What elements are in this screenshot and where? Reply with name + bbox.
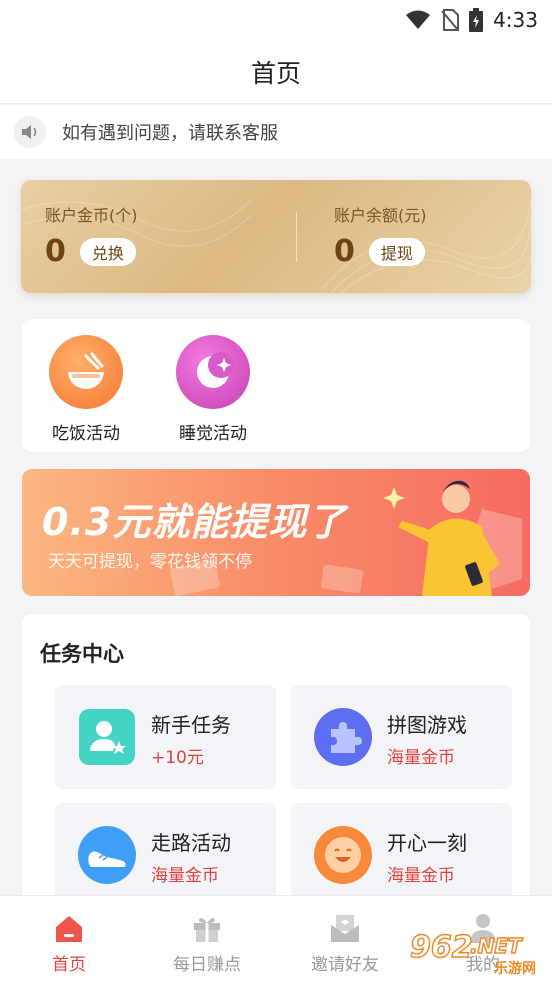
task-name: 拼图游戏 (387, 713, 467, 737)
no-sim-icon (441, 9, 460, 31)
banner-subtitle: 天天可提现，零花钱领不停 (48, 552, 252, 572)
battery-icon (469, 8, 484, 32)
status-bar: 4:33 (0, 0, 552, 40)
task-puzzle[interactable]: 拼图游戏 海量金币 (291, 685, 512, 789)
site-watermark: 962 .NET 乐游网 (408, 929, 546, 980)
page-title: 首页 (250, 58, 301, 88)
envelope-icon (285, 910, 405, 944)
task-center: 任务中心 新手任务 +10元 拼图游戏 海量金币 走路活动 海量金币 开心一刻 … (22, 614, 530, 914)
balance-label: 账户余额(元) (334, 206, 427, 225)
account-divider (296, 212, 297, 262)
tab-invite-label: 邀请好友 (311, 955, 379, 975)
activity-eat-label: 吃饭活动 (52, 424, 120, 444)
wifi-icon (405, 10, 431, 30)
task-newbie[interactable]: 新手任务 +10元 (55, 685, 276, 789)
puzzle-icon (313, 707, 373, 767)
task-name: 新手任务 (151, 713, 231, 737)
activity-eat[interactable]: 吃饭活动 (36, 335, 136, 444)
balance-section: 账户余额(元) 0 提现 (334, 202, 427, 269)
exchange-button[interactable]: 兑换 (79, 237, 136, 266)
clock: 4:33 (493, 8, 538, 32)
banner-headline: 0.3元就能提现了 (42, 500, 347, 544)
speaker-icon (14, 116, 46, 148)
rice-bowl-icon (49, 335, 123, 409)
coins-section: 账户金币(个) 0 兑换 (45, 202, 138, 269)
promo-banner[interactable]: 0.3元就能提现了 天天可提现，零花钱领不停 (22, 469, 530, 596)
watermark-site: 乐游网 (494, 961, 536, 977)
notice-bar[interactable]: 如有遇到问题，请联系客服 (0, 105, 552, 159)
smile-icon (313, 825, 373, 885)
task-reward: 海量金币 (387, 748, 455, 768)
tab-invite[interactable]: 邀请好友 (285, 910, 405, 975)
coins-label: 账户金币(个) (45, 206, 138, 225)
task-walk[interactable]: 走路活动 海量金币 (55, 803, 276, 907)
user-star-icon (77, 707, 137, 767)
task-name: 走路活动 (151, 831, 231, 855)
account-card: 账户金币(个) 0 兑换 账户余额(元) 0 提现 (21, 180, 531, 293)
activities-card: 吃饭活动 睡觉活动 (22, 319, 530, 452)
coins-value: 0 (45, 234, 66, 269)
app-header: 首页 (0, 40, 552, 104)
tab-home-label: 首页 (52, 955, 86, 975)
task-reward: +10元 (151, 748, 204, 768)
task-reward: 海量金币 (387, 866, 455, 886)
balance-value: 0 (334, 234, 355, 269)
notice-text: 如有遇到问题，请联系客服 (62, 123, 278, 144)
task-name: 开心一刻 (387, 831, 467, 855)
activity-sleep-label: 睡觉活动 (179, 424, 247, 444)
tab-daily-earn[interactable]: 每日赚点 (147, 910, 267, 975)
moon-icon (176, 335, 250, 409)
watermark-number: 962 (409, 929, 473, 966)
shoe-icon (77, 825, 137, 885)
task-reward: 海量金币 (151, 866, 219, 886)
tab-home[interactable]: 首页 (9, 910, 129, 975)
watermark-net: .NET (469, 933, 522, 959)
gift-icon (147, 910, 267, 944)
activity-sleep[interactable]: 睡觉活动 (163, 335, 263, 444)
task-center-title: 任务中心 (40, 642, 124, 666)
withdraw-button[interactable]: 提现 (368, 237, 425, 266)
home-icon (9, 910, 129, 944)
task-happy[interactable]: 开心一刻 海量金币 (291, 803, 512, 907)
person-illustration (398, 480, 500, 596)
tab-daily-earn-label: 每日赚点 (173, 955, 241, 975)
